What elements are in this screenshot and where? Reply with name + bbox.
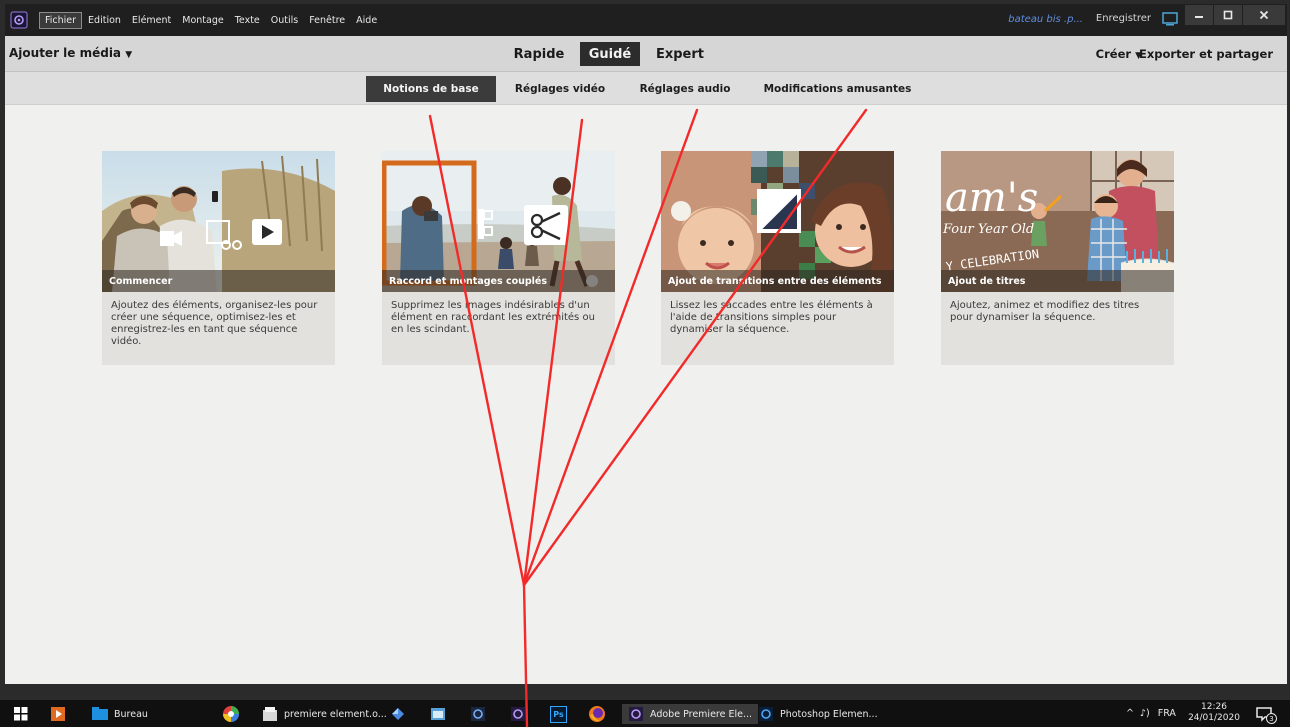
card-raccord-montages[interactable]: Raccord et montages couplés Supprimez le… (382, 151, 615, 365)
menu-montage[interactable]: Montage (177, 13, 228, 28)
subtab-notions-de-base[interactable]: Notions de base (366, 76, 496, 102)
menu-bar: Fichier Edition Elément Montage Texte Ou… (5, 4, 1287, 36)
start-button[interactable] (14, 704, 28, 724)
menu-aide[interactable]: Aide (351, 13, 382, 28)
card-titres[interactable]: am's Four Year Old Y CELEBRATION Ajout d… (941, 151, 1174, 365)
card-description: Lissez les saccades entre les éléments à… (670, 300, 873, 335)
create-button[interactable]: Créer ▼ (1096, 47, 1142, 61)
window-app-icon (431, 708, 445, 720)
app-button-2[interactable] (430, 704, 446, 724)
windows-icon (14, 707, 28, 721)
media-app-button[interactable] (50, 704, 66, 724)
card-thumbnail: Commencer (102, 151, 335, 292)
firefox-button[interactable] (588, 704, 606, 724)
menu-fenetre[interactable]: Fenêtre (304, 13, 350, 28)
premiere-organizer-icon (471, 707, 485, 721)
menu-element[interactable]: Elément (127, 13, 176, 28)
subtab-modifications-amusantes[interactable]: Modifications amusantes (760, 76, 915, 102)
guided-subtab-bar: Notions de base Réglages vidéo Réglages … (5, 72, 1287, 105)
minimize-button[interactable] (1185, 5, 1213, 25)
app-button-1[interactable] (390, 704, 406, 724)
export-share-button[interactable]: Exporter et partager (1139, 47, 1273, 61)
image-text-big: am's (945, 175, 1038, 221)
clock[interactable]: 12:26 24/01/2020 (1186, 702, 1242, 724)
card-title: Commencer (102, 270, 335, 292)
taskbar-adobe-premiere[interactable]: Adobe Premiere Ele... (622, 704, 759, 724)
clock-date: 24/01/2020 (1188, 713, 1240, 723)
card-title: Ajout de transitions entre des éléments (661, 270, 894, 292)
taskbar-bureau[interactable]: Bureau (92, 704, 148, 724)
panel-toggle-icon[interactable] (1160, 10, 1180, 28)
card-thumbnail: am's Four Year Old Y CELEBRATION Ajout d… (941, 151, 1174, 292)
add-media-button[interactable]: Ajouter le média ▼ (9, 46, 132, 60)
taskbar-photoshop-elements[interactable]: Photoshop Elemen... (752, 704, 878, 724)
image-text-sub: Four Year Old (942, 222, 1034, 237)
chevron-up-icon[interactable]: ^ (1126, 708, 1134, 719)
maximize-button[interactable] (1214, 5, 1242, 25)
mode-bar: Ajouter le média ▼ Rapide Guidé Expert C… (5, 36, 1287, 72)
photoshop-icon: Ps (550, 705, 567, 723)
card-description: Ajoutez des éléments, organisez-les pour… (111, 300, 318, 347)
subtab-reglages-audio[interactable]: Réglages audio (630, 76, 740, 102)
guided-content-area: Commencer Ajoutez des éléments, organise… (5, 105, 1287, 684)
document-name[interactable]: bateau bis .p... (1008, 14, 1083, 25)
card-thumbnail: Raccord et montages couplés (382, 151, 615, 292)
photoshop-elements-icon (758, 706, 774, 722)
file-folder-icon (262, 706, 278, 722)
firefox-icon (589, 706, 605, 722)
app-button-photoshop[interactable]: Ps (550, 704, 567, 724)
card-transitions[interactable]: Ajout de transitions entre des éléments … (661, 151, 894, 365)
tab-rapide[interactable]: Rapide (505, 42, 573, 66)
premiere-elements-window: Fichier Edition Elément Montage Texte Ou… (5, 4, 1287, 684)
premiere-elements-logo-icon[interactable] (9, 10, 29, 30)
photos-app-button[interactable] (222, 704, 240, 724)
volume-icon[interactable]: ♪) (1140, 708, 1150, 719)
card-description: Supprimez les images indésirables d'un é… (391, 300, 595, 335)
card-commencer[interactable]: Commencer Ajoutez des éléments, organise… (102, 151, 335, 365)
menu-outils[interactable]: Outils (266, 13, 303, 28)
premiere-elements-icon (511, 707, 525, 721)
folder-icon (92, 706, 108, 722)
notifications-button[interactable]: 3 (1256, 704, 1277, 724)
menu-fichier[interactable]: Fichier (39, 11, 83, 29)
system-tray: ^ ♪) FRA (1126, 700, 1176, 727)
subtab-reglages-video[interactable]: Réglages vidéo (505, 76, 615, 102)
taskbar-premiere-file[interactable]: premiere element.o... (262, 704, 387, 724)
save-button[interactable]: Enregistrer (1096, 13, 1151, 24)
tab-guide[interactable]: Guidé (580, 42, 640, 66)
tab-expert[interactable]: Expert (650, 42, 710, 66)
card-title: Raccord et montages couplés (382, 270, 615, 292)
media-player-icon (51, 707, 65, 721)
app-button-3[interactable] (470, 704, 486, 724)
chevron-down-icon: ▼ (125, 50, 133, 60)
clock-time: 12:26 (1201, 702, 1227, 712)
app-button-4[interactable] (510, 704, 526, 724)
language-indicator[interactable]: FRA (1158, 708, 1176, 719)
windows-taskbar: Bureau premiere element.o... Ps Adobe Pr… (0, 700, 1290, 727)
card-title: Ajout de titres (941, 270, 1174, 292)
menu-edition[interactable]: Edition (83, 13, 126, 28)
color-wheel-icon (223, 706, 239, 722)
menu-texte[interactable]: Texte (230, 13, 265, 28)
card-description: Ajoutez, animez et modifiez des titres p… (950, 300, 1140, 323)
close-button[interactable] (1243, 5, 1285, 25)
notification-count: 3 (1266, 713, 1277, 724)
card-thumbnail: Ajout de transitions entre des éléments (661, 151, 894, 292)
diamond-app-icon (392, 708, 404, 720)
premiere-elements-icon (628, 706, 644, 722)
